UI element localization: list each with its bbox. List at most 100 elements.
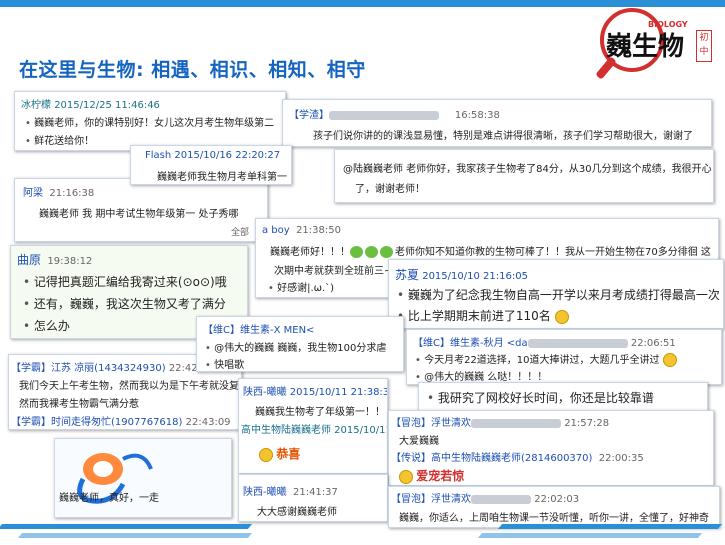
frog-emoji-icon	[365, 246, 378, 258]
user-tag: 【冒泡】	[391, 494, 431, 505]
message-text: 巍巍老师，真好，一走	[59, 493, 159, 504]
message-text: 巍巍老师好！！！	[270, 247, 350, 258]
message-text: 鲜花送给你！	[25, 132, 94, 147]
user-tag: 【学霸】	[11, 363, 51, 374]
message-text: 好感谢|.ω.`)	[268, 279, 334, 294]
message-text: 快唱歌	[205, 356, 244, 371]
logo-english: BIOLOGY	[648, 20, 688, 29]
message-text: 恭喜	[276, 447, 301, 461]
username: 凉丽(1434324930)	[74, 363, 166, 374]
message-text: 巍巍为了纪念我生物自高一开学以来月考成绩打得最高一次	[407, 288, 720, 302]
username: 高中生物陆巍巍老师(2814600370)	[431, 453, 593, 464]
username: 阿梁	[23, 188, 43, 199]
message-text: 巍巍我生物考了年级第一！！	[255, 407, 385, 418]
message-text: 怎么办	[23, 317, 70, 334]
logo-badge: 初中	[696, 30, 712, 62]
blurred-name	[471, 418, 561, 428]
username: 维生素-秋月 <da	[449, 338, 528, 349]
timestamp: 22:06:51	[630, 338, 676, 349]
timestamp: 21:38:50	[296, 225, 341, 236]
message-text: 大大感谢巍巍老师	[257, 507, 337, 518]
timestamp: 2015/10/10 21:16:05	[422, 271, 528, 282]
timestamp: 21:41:37	[292, 487, 338, 498]
timestamp: 16:58:38	[454, 110, 500, 121]
timestamp: 22:00:35	[598, 453, 644, 464]
timestamp: 2015/10/16 22:20:27	[174, 150, 281, 161]
chat-card-5: 阿梁 21:16:38 巍巍老师 我 期中考试生物年级第一 处子秀哪 全部	[14, 178, 268, 242]
chat-card-15: 陕西-曦曦 21:41:37 大大感谢巍巍老师	[238, 474, 388, 522]
chat-card-8: 苏夏 2015/10/10 21:16:05 巍巍为了纪念我生物自高一开学以来月…	[388, 259, 724, 329]
chat-card-3: Flash 2015/10/16 22:20:27 巍巍老师我生物月考单科第一	[130, 145, 292, 185]
username: 浮世清欢	[431, 494, 471, 505]
chat-card-4: @陆巍巍老师 老师你好，我家孩子生物考了84分，从30几分到这个成绩，我很开心 …	[334, 149, 714, 203]
message-text: 孩子们说你讲的的课浅显易懂，特别是难点讲得很清晰，孩子们学习帮助很大，谢谢了	[313, 131, 693, 142]
username: 江苏	[51, 363, 71, 374]
victory-hand-icon	[662, 353, 677, 367]
chat-card-12: 陕西-曦曦 2015/10/11 21:38:37 巍巍我生物考了年级第一！！ …	[238, 378, 388, 474]
timestamp: 2015/12/25 11:46:46	[54, 100, 160, 111]
user-tag: 【传说】	[391, 453, 431, 464]
smile-emoji-icon	[259, 448, 273, 462]
message-text: 巍巍老师，你的课特别好！女儿这次月考生物年级第二	[25, 114, 274, 129]
timestamp: 22:02:03	[534, 494, 580, 505]
smile-emoji-icon	[399, 470, 413, 484]
message-text: 爱宠若惊	[416, 469, 465, 483]
user-tag: 【维C】	[413, 338, 450, 349]
chat-card-1: 冰柠檬 2015/12/25 11:46:46 巍巍老师，你的课特别好！女儿这次…	[14, 91, 286, 151]
message-text: 巍巍老师 我 期中考试生物年级第一 处子秀哪	[39, 209, 239, 220]
stripe	[0, 524, 253, 529]
username: 维生素-X MEN<	[239, 325, 315, 336]
frog-emoji-icon	[380, 246, 393, 258]
username: 冰柠檬	[21, 100, 51, 111]
message-text: 今天月考22道选择，10道大捧讲过，大题几乎全讲过	[424, 355, 660, 366]
user-tag: 【学渣】	[289, 110, 329, 121]
message-text: 比上学期期末前进了110名	[407, 309, 551, 323]
message-text: @伟大的巍巍 巍巍，我生物100分求虐	[205, 339, 386, 354]
page-title: 在这里与生物: 相遇、相识、相知、相守	[19, 59, 366, 81]
message-text: 我们今天上午考生物，然而我以为是下午考就没复	[19, 381, 239, 392]
logo: 巍生物 BIOLOGY 初中	[588, 6, 716, 80]
user-tag: 【冒泡】	[391, 418, 431, 429]
stripe	[497, 524, 723, 529]
message-text: @陆巍巍老师 老师你好，我家孩子生物考了84分，从30几分到这个成绩，我很开心	[343, 164, 712, 175]
blurred-name	[329, 110, 439, 120]
username: 高中生物陆巍巍老师 2015/10/11	[241, 425, 388, 436]
timestamp: 2015/10/11 21:38:37	[289, 387, 388, 398]
smile-emoji-icon	[554, 309, 569, 324]
stripe	[17, 533, 253, 538]
chat-card-13: 我研究了网校好长时间，你还是比较靠谱	[418, 382, 708, 412]
username: 苏夏	[395, 268, 420, 282]
more-link[interactable]: 全部	[231, 225, 249, 238]
frog-emoji-icon	[350, 246, 363, 258]
message-text: 老师你知不知道你教的生物可棒了！！我从一开始生物在70多分徘徊 这	[395, 247, 711, 258]
username: 时间走得匆忙(1907767618)	[51, 417, 183, 428]
chat-card-10: 【维C】维生素-X MEN< @伟大的巍巍 巍巍，我生物100分求虐 快唱歌	[196, 316, 404, 372]
message-text: 然而我裸考生物霸气满分惹	[19, 399, 139, 410]
chat-card-17: 巍巍老师，真好，一走	[54, 438, 232, 518]
logo-text: 巍生物	[606, 32, 685, 62]
timestamp: 21:16:38	[49, 188, 95, 199]
username: 陕西-曦曦	[243, 487, 287, 498]
username: 曲原	[17, 253, 42, 267]
user-tag: 【学霸】	[11, 417, 51, 428]
bottom-decoration	[0, 520, 725, 545]
message-text: 次期中考就获到全班前三~	[274, 266, 393, 277]
username: 浮世清欢	[431, 418, 471, 429]
message-text: 了，谢谢老师！	[355, 184, 425, 195]
chat-card-2: 【学渣】 16:58:38 孩子们说你讲的的课浅显易懂，特别是难点讲得很清晰，孩…	[282, 99, 712, 147]
message-text: 大爱巍巍	[399, 436, 439, 447]
message-text: 记得把真题汇编给我寄过来(⊙o⊙)哦	[23, 273, 227, 290]
stripe	[477, 533, 703, 538]
blurred-name	[527, 338, 628, 348]
message-text: 我研究了网校好长时间，你还是比较靠谱	[427, 389, 654, 406]
timestamp: 19:38:12	[47, 256, 93, 267]
blurred-name	[471, 494, 531, 504]
timestamp: 22:43:09	[185, 417, 231, 428]
message-text: 巍巍老师我生物月考单科第一	[157, 172, 287, 183]
message-text: 还有，巍巍，我这次生物又考了满分	[23, 295, 226, 312]
user-tag: 【维C】	[203, 325, 240, 336]
username: 陕西-曦曦	[243, 387, 287, 398]
username: a boy	[262, 225, 290, 236]
message-text: @伟大的巍巍 么哒！！！！	[415, 368, 547, 383]
chat-card-11: 【维C】维生素-秋月 <da 22:06:51 今天月考22道选择，10道大捧讲…	[406, 329, 722, 385]
